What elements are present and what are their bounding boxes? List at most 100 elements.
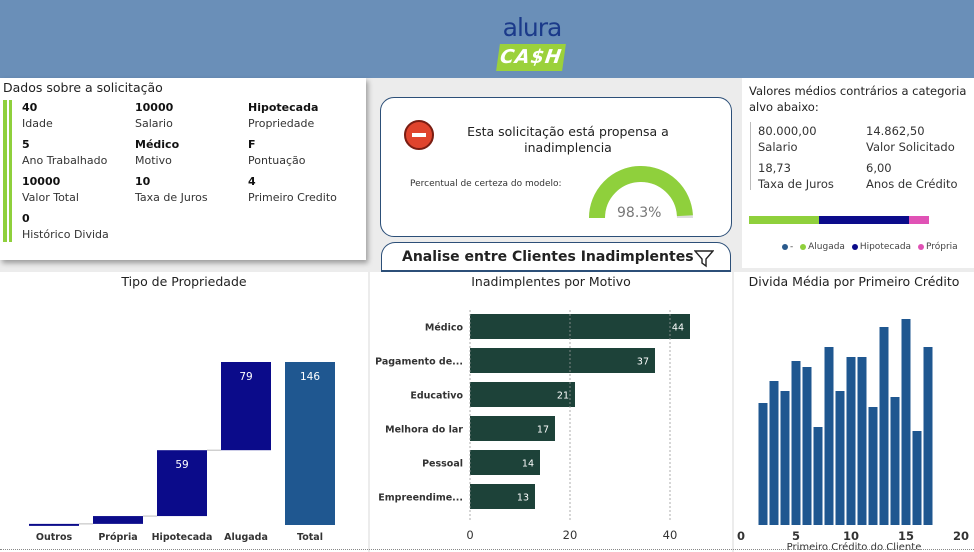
tick-label: Outros — [36, 532, 73, 543]
bar — [868, 407, 878, 525]
waterfall-bar — [285, 362, 335, 525]
waterfall-bar — [29, 523, 79, 526]
category-label: Empreendime... — [378, 493, 463, 504]
bar — [923, 347, 933, 525]
legend-item: Própria — [925, 242, 958, 252]
tick-label: 20 — [563, 528, 578, 542]
info-item-motivo: Médico Motivo — [135, 138, 180, 167]
data-label: 21 — [557, 391, 569, 402]
info-item-pontuacao: F Pontuação — [248, 138, 306, 167]
info-title: Dados sobre a solicitação — [3, 80, 163, 95]
data-label: 146 — [300, 371, 320, 383]
tick-label: Própria — [98, 532, 137, 543]
data-label: 17 — [537, 425, 549, 436]
bar — [824, 347, 834, 525]
bar — [846, 357, 856, 525]
mean-anos-credito: 6,00 Anos de Crédito — [866, 161, 958, 191]
legend: - Alugada Hipotecada Própria — [778, 242, 958, 252]
bar — [890, 397, 900, 525]
tab-analise-inadimplentes[interactable]: Analise entre Clientes Inadimplentes — [381, 242, 731, 272]
certainty-label: Percentual de certeza do modelo: — [410, 179, 562, 189]
data-label: 13 — [517, 493, 529, 504]
divider — [0, 549, 974, 551]
data-label: 37 — [637, 357, 649, 368]
waterfall-chart: Outros Própria 59 Hipotecada 79 Alugada 146 Tot… — [29, 362, 335, 543]
category-label: Pagamento de... — [375, 357, 463, 368]
tick-label: 5 — [792, 529, 800, 543]
risk-card: Esta solicitação está propensa a inadimp… — [380, 97, 732, 237]
stack-segment — [749, 216, 820, 224]
legend-item: - — [790, 242, 794, 252]
info-item-taxa-juros: 10 Taxa de Juros — [135, 175, 208, 204]
chart-title: Divida Média por Primeiro Crédito — [748, 274, 960, 289]
tick-label: Alugada — [224, 532, 268, 543]
data-label: 79 — [239, 371, 252, 383]
waterfall-bar — [93, 516, 143, 524]
chart-divida-primeiro-credito: Divida Média por Primeiro Crédito 0 5 10 15… — [734, 272, 974, 552]
bar — [758, 403, 768, 525]
filter-icon[interactable] — [694, 250, 714, 268]
info-item-propriedade: Hipotecada Propriedade — [248, 101, 319, 130]
info-item-valor-total: 10000 Valor Total — [22, 175, 79, 204]
info-item-idade: 40 Idade — [22, 101, 53, 130]
bar — [470, 348, 655, 373]
tick-label: Hipotecada — [152, 532, 213, 543]
request-info-card: Dados sobre a solicitação 40 Idade 10000 S… — [0, 78, 366, 260]
bar — [769, 381, 779, 525]
stop-icon — [404, 120, 434, 150]
accent-bar — [3, 100, 7, 242]
bar — [912, 431, 922, 525]
logo-alura: alura — [502, 13, 563, 42]
tick-label: Total — [297, 532, 323, 543]
risk-message: Esta solicitação está propensa a inadimp… — [467, 124, 669, 155]
app-header: alura CA$H — [0, 0, 974, 78]
tick-label: 40 — [663, 528, 678, 542]
info-item-salario: 10000 Salario — [135, 101, 174, 130]
bar — [813, 427, 823, 525]
bar — [857, 357, 867, 525]
chart-title: Inadimplentes por Motivo — [471, 274, 631, 289]
legend-dot — [782, 243, 788, 250]
category-label: Educativo — [410, 391, 463, 402]
horizontal-bar-chart: 44 Médico 37 Pagamento de... 21 Educativo 17 Me… — [375, 310, 690, 542]
mean-salario: 80.000,00 Salario — [758, 124, 817, 154]
bar — [879, 327, 889, 525]
bar — [470, 314, 690, 339]
mean-valor-solicitado: 14.862,50 Valor Solicitado — [866, 124, 955, 154]
info-item-ano-trabalhado: 5 Ano Trabalhado — [22, 138, 108, 167]
mean-values-panel: Valores médios contrários a categoria al… — [742, 78, 974, 268]
data-label: 14 — [522, 459, 534, 470]
means-title: Valores médios contrários a categoria al… — [749, 84, 967, 114]
chart-inadimplentes-motivo: Inadimplentes por Motivo 44 Médico 37 Pagam… — [370, 272, 732, 552]
tick-label: 10 — [843, 529, 859, 543]
chart-tipo-propriedade: Tipo de Propriedade Outros Própria 59 Hipot… — [0, 272, 368, 552]
info-item-historico-divida: 0 Histórico Divida — [22, 212, 109, 241]
tick-label: 0 — [466, 528, 473, 542]
certainty-value: 98.3% — [617, 205, 662, 221]
bar — [802, 367, 812, 525]
stack-segment — [819, 216, 910, 224]
category-label: Pessoal — [422, 459, 463, 470]
legend-item: Alugada — [808, 242, 845, 252]
legend-item: Hipotecada — [859, 242, 912, 252]
bar — [791, 361, 801, 525]
bar — [901, 319, 911, 525]
chart-title: Tipo de Propriedade — [121, 274, 247, 289]
legend-dot — [800, 243, 807, 250]
category-label: Médico — [425, 323, 464, 334]
data-label: 59 — [175, 459, 188, 471]
bar — [835, 391, 845, 525]
tick-label: 0 — [737, 529, 745, 543]
logo-cash: CA$H — [496, 44, 566, 71]
tick-label: 15 — [898, 529, 914, 543]
mean-taxa-juros: 18,73 Taxa de Juros — [758, 161, 834, 191]
data-label: 44 — [672, 323, 684, 334]
bar — [780, 391, 790, 525]
tab-label: Analise entre Clientes Inadimplentes — [402, 249, 694, 265]
divider — [750, 122, 751, 190]
info-item-primeiro-credito: 4 Primeiro Credito — [248, 175, 337, 204]
stack-segment — [909, 216, 929, 224]
tick-label: 20 — [953, 529, 969, 543]
legend-dot — [851, 243, 858, 250]
category-label: Melhora do lar — [385, 425, 463, 436]
